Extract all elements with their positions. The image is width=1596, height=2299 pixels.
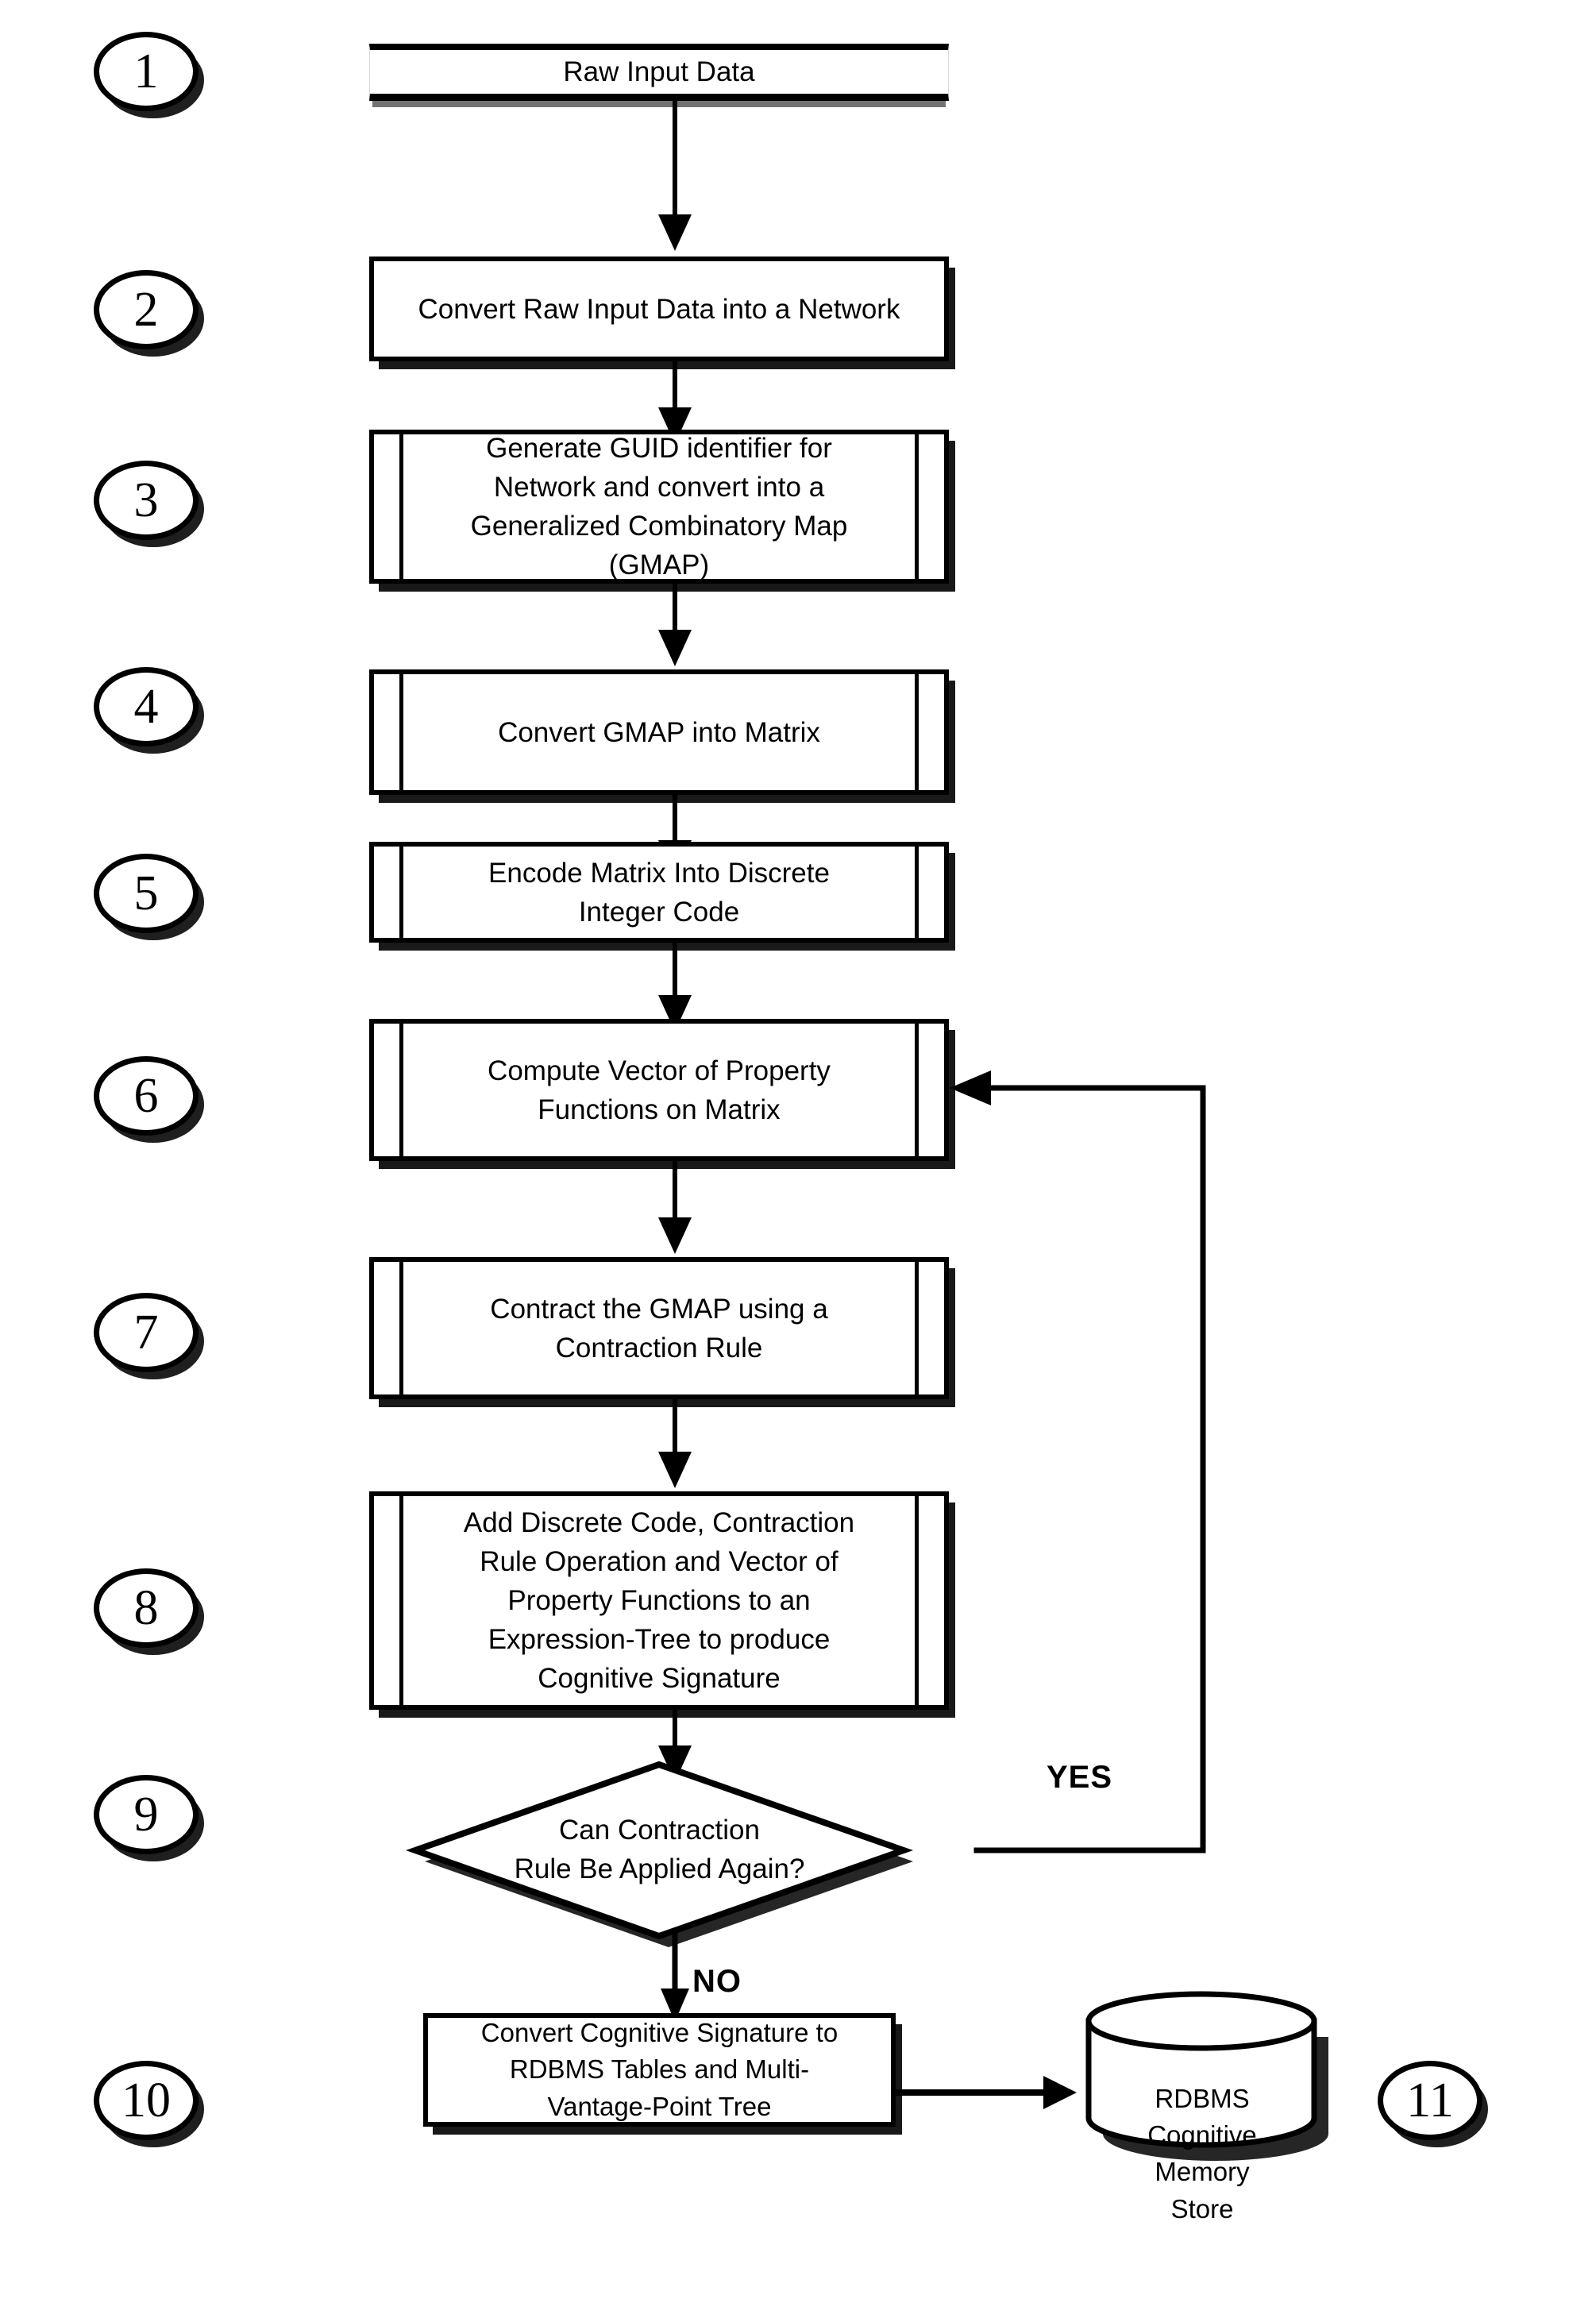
branch-label-no: NO [692, 1964, 742, 1999]
step-number-4: 4 [133, 680, 159, 734]
flowchart-canvas: 1 2 3 4 5 6 7 8 9 10 11 Raw Input Data C… [0, 0, 1596, 2299]
step-number-9: 9 [133, 1788, 159, 1842]
step-badge-3[interactable]: 3 [94, 461, 199, 540]
node-label-raw-input-data: Raw Input Data [563, 56, 755, 87]
step-badge-1[interactable]: 1 [94, 32, 199, 111]
step-badge-8[interactable]: 8 [94, 1568, 199, 1648]
step-number-5: 5 [133, 866, 159, 920]
node-label-compute-property-vector: Compute Vector of Property Functions on … [488, 1055, 831, 1125]
step-badge-5[interactable]: 5 [94, 854, 199, 933]
node-label-encode-matrix-integer-code: Encode Matrix Into Discrete Integer Code [488, 857, 830, 928]
branch-label-yes: YES [1047, 1760, 1113, 1795]
node-convert-gmap-into-matrix[interactable]: Convert GMAP into Matrix [369, 669, 949, 795]
connector-7-to-8 [643, 1398, 707, 1493]
node-compute-property-vector[interactable]: Compute Vector of Property Functions on … [369, 1019, 949, 1161]
step-number-7: 7 [133, 1306, 159, 1360]
node-label-convert-to-rdbms-tables: Convert Cognitive Signature to RDBMS Tab… [480, 2018, 838, 2121]
step-badge-11[interactable]: 11 [1378, 2061, 1482, 2140]
connector-10-to-11 [889, 2065, 1088, 2120]
step-number-1: 1 [133, 44, 159, 98]
node-label-convert-gmap-into-matrix: Convert GMAP into Matrix [498, 716, 820, 748]
step-number-11: 11 [1406, 2073, 1454, 2127]
step-number-2: 2 [133, 283, 159, 337]
step-number-8: 8 [133, 1581, 159, 1635]
step-badge-6[interactable]: 6 [94, 1056, 199, 1136]
node-label-generate-guid-gmap: Generate GUID identifier for Network and… [470, 433, 848, 581]
connector-6-to-7 [643, 1159, 707, 1259]
node-encode-matrix-integer-code[interactable]: Encode Matrix Into Discrete Integer Code [369, 842, 949, 943]
step-badge-4[interactable]: 4 [94, 667, 199, 746]
step-badge-10[interactable]: 10 [94, 2061, 199, 2140]
step-badge-2[interactable]: 2 [94, 270, 199, 349]
node-raw-input-data[interactable]: Raw Input Data [369, 44, 949, 101]
node-label-convert-raw-input-to-network: Convert Raw Input Data into a Network [418, 293, 900, 325]
node-convert-to-rdbms-tables[interactable]: Convert Cognitive Signature to RDBMS Tab… [423, 2013, 896, 2127]
step-number-3: 3 [133, 473, 159, 527]
node-build-cognitive-signature[interactable]: Add Discrete Code, Contraction Rule Oper… [369, 1491, 949, 1710]
connector-1-to-2 [643, 95, 707, 254]
connector-3-to-4 [643, 584, 707, 671]
step-number-6: 6 [133, 1069, 159, 1123]
node-rdbms-cognitive-memory-store[interactable]: RDBMS Cognitive Memory Store [1084, 1989, 1330, 2224]
node-generate-guid-gmap[interactable]: Generate GUID identifier for Network and… [369, 430, 949, 584]
node-convert-raw-input-to-network[interactable]: Convert Raw Input Data into a Network [369, 257, 949, 361]
connector-9-to-6-yes-feedback [929, 1056, 1247, 1858]
node-label-contract-gmap: Contract the GMAP using a Contraction Ru… [490, 1293, 828, 1364]
step-badge-7[interactable]: 7 [94, 1293, 199, 1372]
step-number-10: 10 [121, 2073, 171, 2127]
node-contract-gmap[interactable]: Contract the GMAP using a Contraction Ru… [369, 1257, 949, 1399]
node-decision-contraction-again[interactable]: Can Contraction Rule Be Applied Again? [405, 1760, 914, 1947]
node-label-build-cognitive-signature: Add Discrete Code, Contraction Rule Oper… [463, 1507, 855, 1694]
step-badge-9[interactable]: 9 [94, 1775, 199, 1854]
